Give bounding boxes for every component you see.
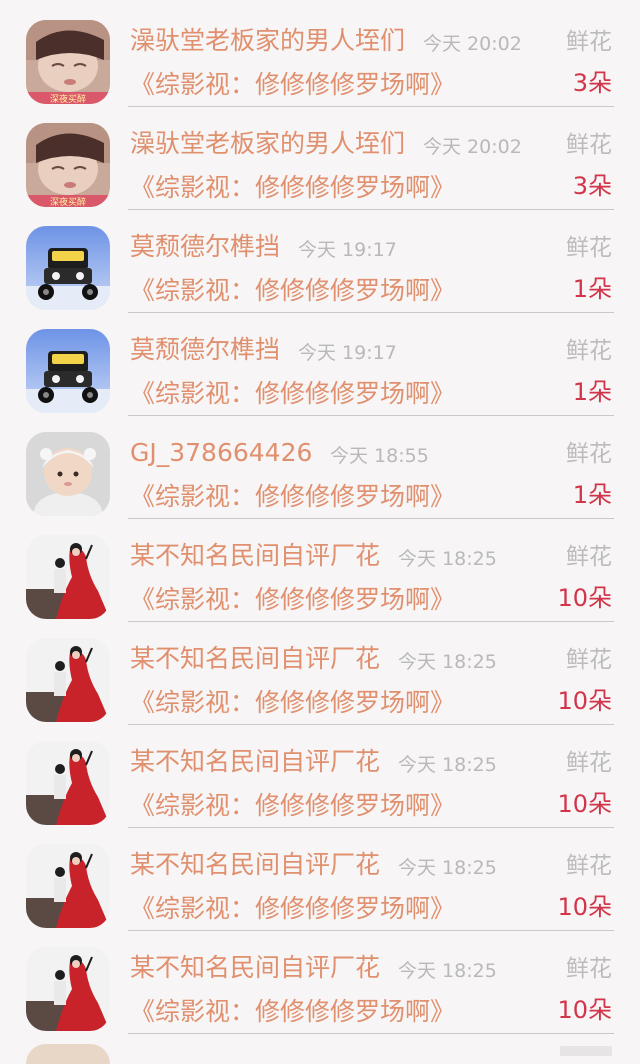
gift-type-label: 鲜花 (566, 750, 612, 776)
list-item[interactable]: 某不知名民间自评厂花 今天 18:25 鲜花 《综影视：修修修修罗场啊》 10朵 (0, 927, 640, 1034)
gift-type-label: 鲜花 (566, 441, 612, 467)
user-name[interactable]: 某不知名民间自评厂花 (130, 951, 380, 985)
red-dress-avatar-image (26, 741, 110, 825)
red-dress-avatar-image (26, 638, 110, 722)
gift-type-label: 鲜花 (566, 132, 612, 158)
gift-count: 10朵 (557, 893, 612, 921)
avatar[interactable] (26, 535, 110, 619)
timestamp: 今天 18:25 (398, 857, 497, 879)
timestamp: 今天 18:55 (330, 445, 429, 467)
timestamp: 今天 18:25 (398, 960, 497, 982)
book-title[interactable]: 《综影视：修修修修罗场啊》 (130, 377, 455, 411)
book-title[interactable]: 《综影视：修修修修罗场啊》 (130, 995, 455, 1029)
user-name[interactable]: 澡驮堂老板家的男人垤们 (130, 127, 405, 161)
list-item[interactable]: 深夜买醉 澡驮堂老板家的男人垤们 今天 20:02 鲜花 《综影视：修修修修罗场… (0, 103, 640, 210)
avatar[interactable] (26, 844, 110, 928)
timestamp: 今天 20:02 (423, 33, 522, 55)
timestamp: 今天 19:17 (298, 239, 397, 261)
avatar[interactable] (26, 638, 110, 722)
avatar[interactable]: 深夜买醉 (26, 20, 110, 104)
list-item[interactable]: 某不知名民间自评厂花 今天 18:25 鲜花 《综影视：修修修修罗场啊》 10朵 (0, 824, 640, 931)
user-name[interactable]: GJ_378664426 (130, 436, 312, 470)
timestamp: 今天 20:02 (423, 136, 522, 158)
book-title[interactable]: 《综影视：修修修修罗场啊》 (130, 480, 455, 514)
avatar[interactable] (26, 226, 110, 310)
gift-type-label: 鲜花 (566, 853, 612, 879)
toy-car-avatar-image (26, 226, 110, 310)
gift-count: 1朵 (572, 481, 612, 509)
user-name[interactable]: 某不知名民间自评厂花 (130, 539, 380, 573)
gift-count: 10朵 (557, 584, 612, 612)
book-title[interactable]: 《综影视：修修修修罗场啊》 (130, 789, 455, 823)
avatar[interactable] (26, 329, 110, 413)
sleeping-girl-avatar-image: 深夜买醉 (26, 20, 110, 104)
gift-count: 10朵 (557, 790, 612, 818)
gift-type-label: 鲜花 (566, 338, 612, 364)
timestamp: 今天 19:17 (298, 342, 397, 364)
gift-count: 1朵 (572, 378, 612, 406)
user-name[interactable]: 莫颓德尔榫挡 (130, 333, 280, 367)
book-title[interactable]: 《综影视：修修修修罗场啊》 (130, 686, 455, 720)
gift-count: 3朵 (572, 69, 612, 97)
timestamp: 今天 18:25 (398, 548, 497, 570)
gift-count: 1朵 (572, 275, 612, 303)
user-name[interactable]: 莫颓德尔榫挡 (130, 230, 280, 264)
red-dress-avatar-image (26, 947, 110, 1031)
gift-count: 10朵 (557, 996, 612, 1024)
user-name[interactable]: 某不知名民间自评厂花 (130, 745, 380, 779)
avatar[interactable] (26, 432, 110, 516)
gift-type-label: 鲜花 (566, 29, 612, 55)
book-title[interactable]: 《综影视：修修修修罗场啊》 (130, 68, 455, 102)
book-title[interactable]: 《综影视：修修修修罗场啊》 (130, 583, 455, 617)
list-item[interactable]: 莫颓德尔榫挡 今天 19:17 鲜花 《综影视：修修修修罗场啊》 1朵 (0, 206, 640, 313)
next-row-type-peek (560, 1046, 612, 1056)
list-item[interactable]: 深夜买醉 澡驮堂老板家的男人垤们 今天 20:02 鲜花 《综影视：修修修修罗场… (0, 0, 640, 107)
gift-type-label: 鲜花 (566, 956, 612, 982)
list-item[interactable]: 莫颓德尔榫挡 今天 19:17 鲜花 《综影视：修修修修罗场啊》 1朵 (0, 309, 640, 416)
gift-type-label: 鲜花 (566, 235, 612, 261)
gift-count: 10朵 (557, 687, 612, 715)
user-name[interactable]: 某不知名民间自评厂花 (130, 848, 380, 882)
timestamp: 今天 18:25 (398, 754, 497, 776)
divider (128, 1033, 614, 1034)
user-name[interactable]: 澡驮堂老板家的男人垤们 (130, 24, 405, 58)
list-item[interactable]: 某不知名民间自评厂花 今天 18:25 鲜花 《综影视：修修修修罗场啊》 10朵 (0, 721, 640, 828)
gift-type-label: 鲜花 (566, 647, 612, 673)
avatar[interactable] (26, 947, 110, 1031)
sleeping-girl-avatar-image: 深夜买醉 (26, 123, 110, 207)
toy-car-avatar-image (26, 329, 110, 413)
user-name[interactable]: 某不知名民间自评厂花 (130, 642, 380, 676)
red-dress-avatar-image (26, 535, 110, 619)
list-item[interactable]: 某不知名民间自评厂花 今天 18:25 鲜花 《综影视：修修修修罗场啊》 10朵 (0, 618, 640, 725)
timestamp: 今天 18:25 (398, 651, 497, 673)
next-row-avatar-peek (26, 1044, 110, 1064)
book-title[interactable]: 《综影视：修修修修罗场啊》 (130, 171, 455, 205)
baby-avatar-image (26, 432, 110, 516)
list-item[interactable]: 某不知名民间自评厂花 今天 18:25 鲜花 《综影视：修修修修罗场啊》 10朵 (0, 515, 640, 622)
avatar[interactable] (26, 741, 110, 825)
gift-type-label: 鲜花 (566, 544, 612, 570)
avatar[interactable]: 深夜买醉 (26, 123, 110, 207)
red-dress-avatar-image (26, 844, 110, 928)
book-title[interactable]: 《综影视：修修修修罗场啊》 (130, 274, 455, 308)
book-title[interactable]: 《综影视：修修修修罗场啊》 (130, 892, 455, 926)
list-item[interactable]: GJ_378664426 今天 18:55 鲜花 《综影视：修修修修罗场啊》 1… (0, 412, 640, 519)
gift-count: 3朵 (572, 172, 612, 200)
